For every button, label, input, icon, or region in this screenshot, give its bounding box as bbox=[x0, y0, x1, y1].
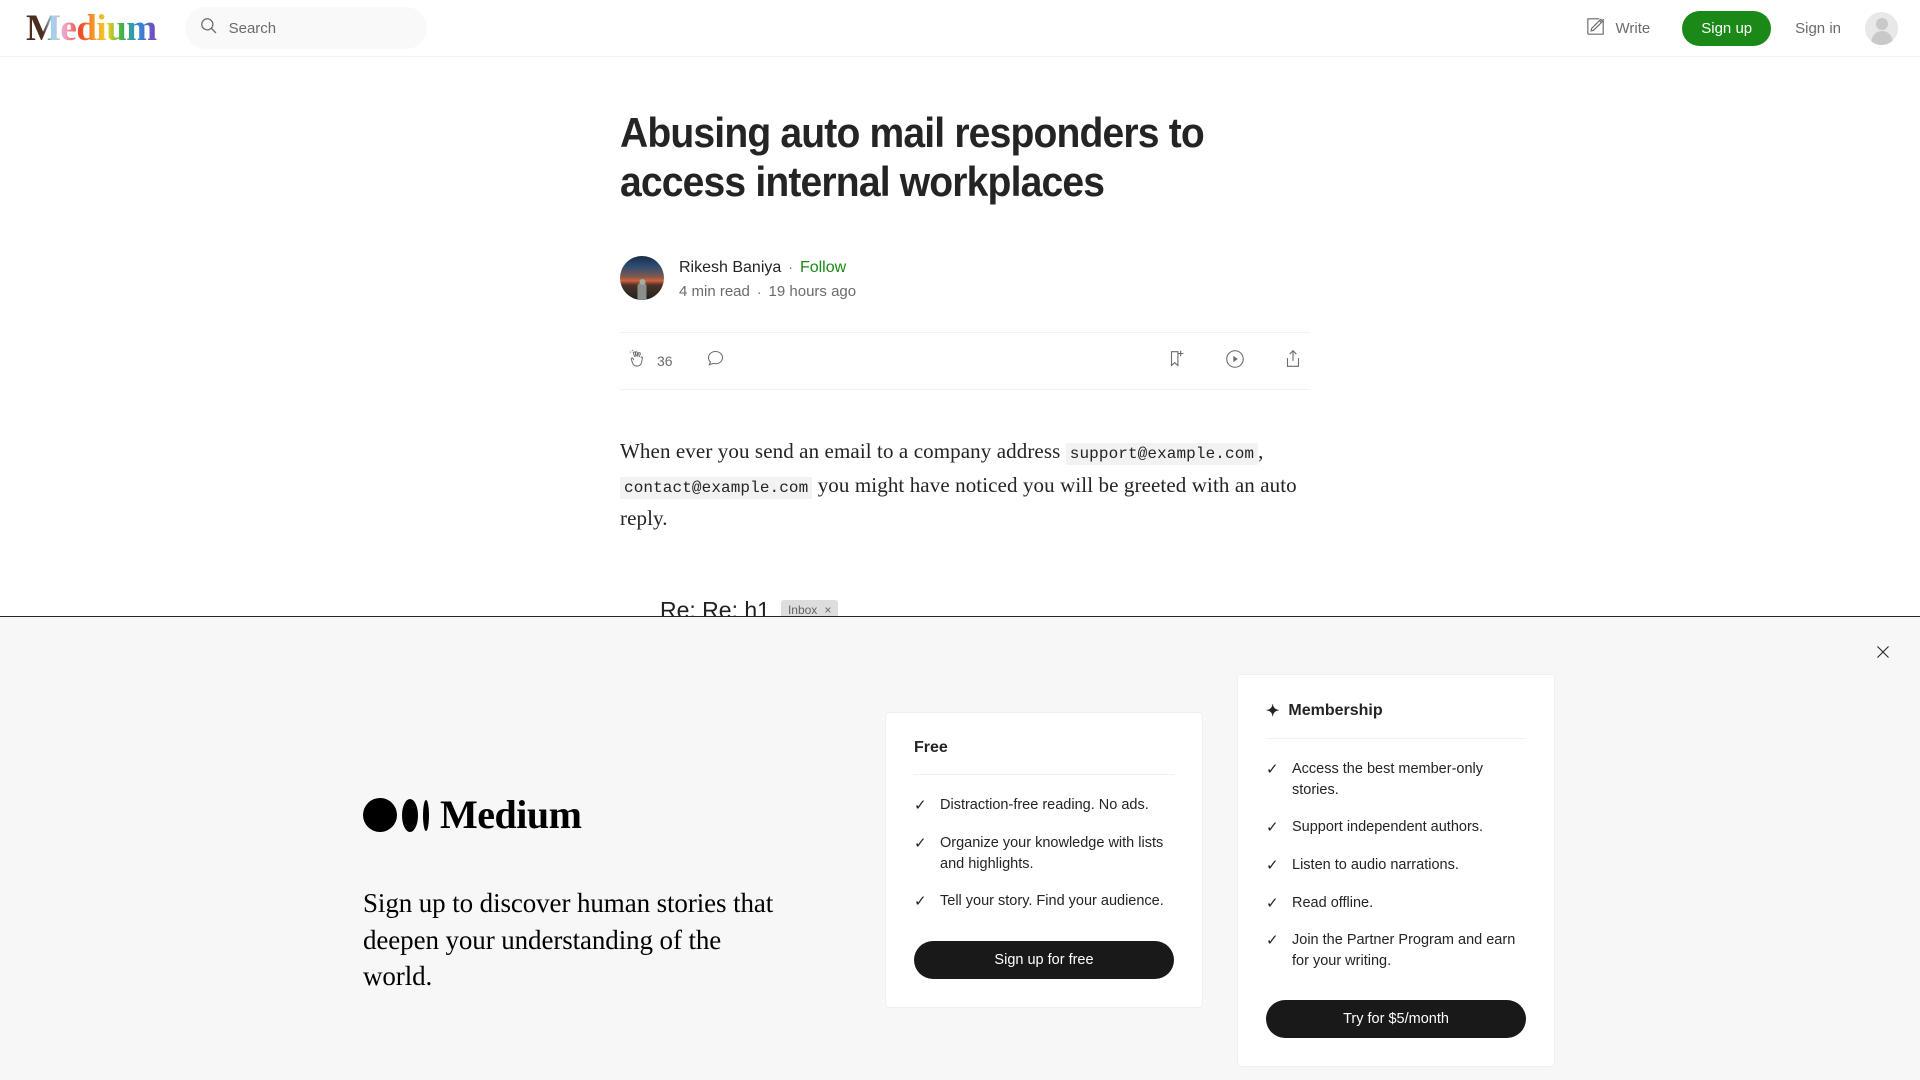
clap-icon bbox=[626, 348, 648, 375]
membership-card-divider bbox=[1266, 738, 1526, 739]
wordmark-ellipse-icon bbox=[402, 798, 418, 832]
membership-feature-item: ✓ Access the best member-only stories. bbox=[1266, 759, 1526, 801]
membership-feature-item: ✓ Support independent authors. bbox=[1266, 817, 1526, 839]
membership-feature-item: ✓ Listen to audio narrations. bbox=[1266, 855, 1526, 877]
signin-button[interactable]: Sign in bbox=[1795, 20, 1841, 37]
listen-button[interactable] bbox=[1224, 348, 1246, 375]
free-feature-text: Organize your knowledge with lists and h… bbox=[940, 834, 1164, 872]
overlay-headline: Sign up to discover human stories that d… bbox=[363, 888, 774, 992]
share-icon bbox=[1282, 348, 1304, 375]
article-container: Abusing auto mail responders to access i… bbox=[620, 57, 1310, 624]
try-membership-button[interactable]: Try for $5/month bbox=[1266, 1000, 1526, 1039]
membership-feature-text: Access the best member-only stories. bbox=[1292, 761, 1483, 799]
inline-code-support-email: support@example.com bbox=[1065, 443, 1259, 466]
check-icon: ✓ bbox=[1266, 932, 1279, 950]
free-card-title-text: Free bbox=[914, 739, 948, 756]
signup-overlay: A31R QA31R QA31R QA31R QA A31R QA31R QA3… bbox=[0, 616, 1920, 1080]
membership-feature-text: Read offline. bbox=[1292, 894, 1374, 911]
signup-for-free-button[interactable]: Sign up for free bbox=[914, 940, 1174, 979]
publish-date: 19 hours ago bbox=[768, 283, 857, 301]
article-title: Abusing auto mail responders to access i… bbox=[620, 109, 1205, 205]
clap-count: 36 bbox=[657, 353, 673, 370]
meta-separator: · bbox=[756, 283, 762, 300]
wordmark-text: Medium bbox=[440, 792, 582, 837]
comment-icon bbox=[705, 348, 726, 374]
membership-feature-item: ✓ Join the Partner Program and earn for … bbox=[1266, 930, 1526, 972]
medium-logo-text: Medium bbox=[26, 7, 157, 49]
play-circle-icon bbox=[1224, 348, 1246, 375]
bookmark-add-icon bbox=[1166, 348, 1188, 375]
wordmark-bar-icon bbox=[423, 799, 429, 831]
wordmark-circle-icon bbox=[363, 798, 397, 832]
free-card-divider bbox=[914, 774, 1174, 775]
author-avatar[interactable] bbox=[620, 256, 664, 301]
action-bar-right bbox=[1166, 348, 1304, 375]
byline-primary: Rikesh Baniya · Follow bbox=[679, 257, 856, 279]
site-header: Medium Write Sign up Sign in bbox=[0, 0, 1920, 57]
free-feature-text: Distraction-free reading. No ads. bbox=[940, 797, 1149, 813]
membership-feature-item: ✓ Read offline. bbox=[1266, 893, 1526, 915]
byline-text: Rikesh Baniya · Follow 4 min read · 19 h… bbox=[679, 257, 856, 300]
byline-meta: 4 min read · 19 hours ago bbox=[679, 283, 856, 300]
header-actions: Write Sign up Sign in bbox=[1574, 9, 1898, 48]
follow-button[interactable]: Follow bbox=[800, 257, 846, 279]
check-icon: ✓ bbox=[1266, 894, 1279, 912]
check-icon: ✓ bbox=[914, 834, 927, 852]
search-icon bbox=[199, 16, 218, 40]
search-box[interactable] bbox=[184, 7, 427, 49]
medium-logo[interactable]: Medium bbox=[26, 8, 157, 48]
search-input[interactable] bbox=[228, 19, 399, 37]
medium-wordmark: Medium bbox=[363, 795, 793, 835]
write-button[interactable]: Write bbox=[1574, 9, 1661, 48]
clap-button[interactable]: 36 bbox=[626, 348, 673, 375]
check-icon: ✓ bbox=[1266, 819, 1279, 837]
overlay-content: Medium Sign up to discover human stories… bbox=[0, 617, 1920, 1080]
free-feature-item: ✓ Tell your story. Find your audience. bbox=[914, 891, 1174, 913]
membership-feature-text: Join the Partner Program and earn for yo… bbox=[1292, 932, 1516, 970]
membership-card-title: ✦ Membership bbox=[1266, 701, 1526, 721]
share-button[interactable] bbox=[1282, 348, 1304, 375]
check-icon: ✓ bbox=[914, 797, 927, 814]
byline: Rikesh Baniya · Follow 4 min read · 19 h… bbox=[620, 256, 1310, 301]
free-feature-item: ✓ Distraction-free reading. No ads. bbox=[914, 795, 1174, 817]
byline-separator: · bbox=[788, 259, 793, 276]
free-card-title: Free bbox=[914, 739, 1174, 757]
free-feature-text: Tell your story. Find your audience. bbox=[940, 892, 1164, 909]
bookmark-button[interactable] bbox=[1166, 348, 1188, 375]
membership-feature-text: Support independent authors. bbox=[1292, 819, 1484, 836]
write-label: Write bbox=[1615, 19, 1651, 37]
inline-code-contact-email: contact@example.com bbox=[620, 476, 813, 499]
membership-feature-text: Listen to audio narrations. bbox=[1292, 856, 1459, 873]
sparkle-star-icon: ✦ bbox=[1266, 703, 1280, 720]
membership-card-title-text: Membership bbox=[1288, 702, 1383, 719]
paragraph-part-1: When ever you send an email to a company… bbox=[620, 439, 1061, 464]
paragraph-comma: , bbox=[1258, 439, 1264, 464]
article-action-bar: 36 bbox=[620, 332, 1310, 391]
action-bar-left: 36 bbox=[626, 348, 726, 375]
overlay-promo: Medium Sign up to discover human stories… bbox=[363, 795, 793, 995]
check-icon: ✓ bbox=[1266, 856, 1279, 874]
check-icon: ✓ bbox=[1266, 761, 1279, 778]
user-avatar[interactable] bbox=[1865, 11, 1898, 45]
write-pencil-icon bbox=[1584, 15, 1607, 42]
free-plan-card: Free ✓ Distraction-free reading. No ads.… bbox=[885, 712, 1203, 1008]
membership-plan-card: ✦ Membership ✓ Access the best member-on… bbox=[1237, 674, 1555, 1068]
free-feature-item: ✓ Organize your knowledge with lists and… bbox=[914, 833, 1174, 875]
article-paragraph: When ever you send an email to a company… bbox=[620, 435, 1310, 535]
check-icon: ✓ bbox=[914, 892, 927, 910]
signup-button[interactable]: Sign up bbox=[1682, 10, 1772, 46]
avatar-figure-icon bbox=[637, 283, 647, 301]
author-name[interactable]: Rikesh Baniya bbox=[679, 257, 781, 279]
comment-button[interactable] bbox=[705, 348, 726, 374]
read-time: 4 min read bbox=[679, 283, 750, 301]
